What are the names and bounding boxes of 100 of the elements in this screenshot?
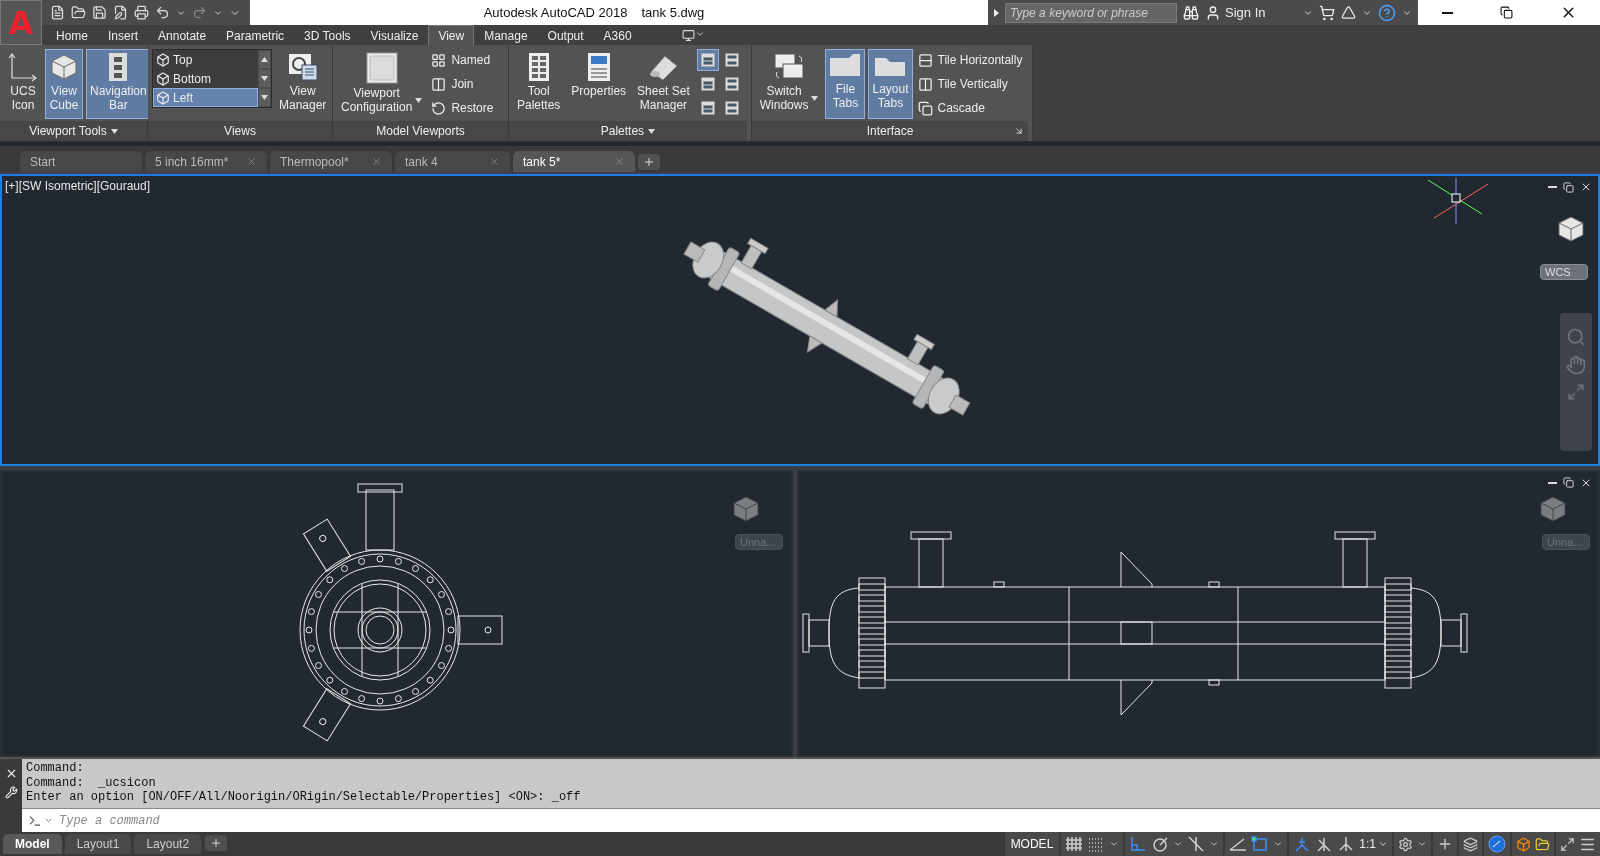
layout-tab[interactable]: Model	[3, 834, 62, 854]
close-icon	[246, 156, 257, 167]
panel-title[interactable]: Interface	[751, 121, 1029, 141]
ribbon-tab[interactable]: A360	[593, 25, 642, 45]
binoculars-icon	[1183, 4, 1199, 21]
ribbon-button[interactable]: UCS Icon	[4, 49, 42, 119]
viewport-label[interactable]: [+][SW Isometric][Gouraud]	[5, 179, 151, 193]
layout-tab[interactable]: Layout1	[64, 834, 132, 854]
ribbon-button[interactable]: File Tabs	[825, 49, 866, 119]
ribbon-tab[interactable]: Home	[46, 25, 98, 45]
ribbon-small-button[interactable]: Cascade	[915, 97, 1025, 119]
view-item[interactable]: Bottom	[153, 69, 258, 88]
axis-tripod-drawing	[1426, 178, 1490, 224]
plus-icon	[643, 156, 655, 168]
tool-palette-icon	[527, 52, 550, 82]
down-arrow-icon	[261, 95, 268, 100]
ribbon-button[interactable]: View Cube	[45, 49, 83, 119]
ribbon-tab[interactable]: Manage	[474, 25, 538, 45]
panel-title[interactable]: Viewport Tools	[0, 121, 147, 141]
view-item[interactable]: Top	[153, 50, 258, 69]
file-tab[interactable]: tank 4	[395, 151, 510, 172]
ribbon-button[interactable]: Sheet Set Manager	[633, 49, 694, 119]
ribbon-tab[interactable]: 3D Tools	[294, 25, 361, 45]
palette-icon	[700, 53, 715, 67]
pan-hand-icon	[1566, 355, 1586, 375]
caret-icon	[1273, 839, 1284, 849]
status-toggle[interactable]	[1129, 836, 1148, 852]
ucs-dropdown[interactable]: WCS	[1540, 264, 1588, 280]
restore-icon	[1563, 181, 1574, 193]
app-title: Autodesk AutoCAD 2018	[483, 5, 628, 20]
caret-icon	[1173, 839, 1184, 849]
layout-tab[interactable]: Layout2	[134, 834, 202, 854]
angle-icon	[1229, 836, 1248, 852]
properties-icon	[585, 52, 612, 82]
cube-icon	[49, 52, 79, 82]
ribbon-tab[interactable]: View	[428, 25, 475, 45]
model-space-button[interactable]: MODEL	[1004, 832, 1060, 856]
status-toggle[interactable]	[1151, 836, 1170, 852]
save-icon	[92, 5, 107, 20]
ribbon-button[interactable]: Properties	[567, 49, 631, 119]
caret-icon	[44, 816, 53, 825]
plus-icon	[1437, 836, 1453, 852]
sign-in-button[interactable]: Sign In	[1205, 4, 1266, 21]
ribbon-tab[interactable]: Insert	[98, 25, 149, 45]
status-toggle[interactable]	[1187, 836, 1206, 852]
ribbon-button[interactable]: Tool Palettes	[513, 49, 565, 119]
ribbon-tab[interactable]: Output	[537, 25, 594, 45]
undo-icon	[155, 5, 170, 20]
ribbon-button[interactable]: Navigation Bar	[86, 49, 151, 119]
ribbon-button[interactable]: Viewport Configuration	[337, 49, 427, 119]
caret-icon	[648, 128, 656, 134]
file-tab[interactable]: 5 inch 16mm*	[145, 151, 267, 172]
palette-icon	[700, 101, 715, 115]
new-tab-button[interactable]	[638, 154, 660, 170]
ribbon-button[interactable]: View Manager	[275, 49, 331, 119]
new-layout-button[interactable]	[205, 835, 228, 851]
expand-button[interactable]	[259, 89, 270, 106]
polar-circle-icon	[1151, 836, 1170, 852]
status-toggle[interactable]	[1251, 836, 1270, 852]
minimize-icon	[1548, 186, 1557, 188]
ribbon-small-button[interactable]: Named	[429, 49, 496, 71]
ribbon-small-button[interactable]: Restore	[429, 97, 496, 119]
restore-icon	[1499, 6, 1513, 19]
file-tab[interactable]: Thermopool*	[270, 151, 392, 172]
user-icon	[1205, 4, 1221, 21]
expand-arrow-icon	[994, 8, 999, 17]
cart-icon	[1319, 4, 1335, 21]
ribbon-button[interactable]: Layout Tabs	[868, 49, 913, 119]
close-icon	[489, 156, 500, 167]
palette-button[interactable]	[696, 49, 719, 71]
save-as-icon	[113, 5, 128, 20]
scroll-up-button[interactable]	[259, 51, 270, 68]
ribbon-tab[interactable]: Annotate	[148, 25, 217, 45]
ribbon-button[interactable]: Switch Windows	[755, 49, 823, 119]
redo-icon	[192, 5, 207, 20]
status-toggle[interactable]	[1229, 836, 1248, 852]
ribbon-tab[interactable]: Visualize	[360, 25, 429, 45]
search-field[interactable]: Type a keyword or phrase	[1005, 2, 1177, 23]
panel-title[interactable]: Model Viewports	[333, 121, 508, 141]
plus-icon	[210, 837, 223, 849]
ribbon-small-button[interactable]: Tile Horizontally	[915, 49, 1025, 71]
square-snap-icon	[1251, 836, 1270, 852]
settings-icon	[1398, 836, 1413, 852]
annotation-scale-button[interactable]: 1:1	[1359, 837, 1388, 851]
viewport-frame-icon	[365, 52, 398, 84]
scroll-down-button[interactable]	[259, 70, 270, 87]
file-tab[interactable]: tank 5*	[513, 151, 635, 172]
file-tab[interactable]: Start	[20, 151, 142, 172]
navigation-bar-icon	[108, 52, 129, 82]
close-icon	[1580, 181, 1592, 193]
close-icon	[371, 156, 382, 167]
panel-title[interactable]: Palettes	[509, 121, 747, 141]
restore-icon	[1563, 477, 1574, 488]
ribbon-small-button[interactable]: Tile Vertically	[915, 73, 1025, 95]
panel-title[interactable]: Views	[148, 121, 332, 141]
viewport[interactable]: [+][SW Isometric][Gouraud] WCS	[0, 174, 1600, 466]
ribbon-small-button[interactable]: Join	[429, 73, 496, 95]
cube-outline-icon	[156, 90, 170, 105]
ribbon-tab[interactable]: Parametric	[216, 25, 295, 45]
status-toggle[interactable]	[1065, 836, 1084, 852]
